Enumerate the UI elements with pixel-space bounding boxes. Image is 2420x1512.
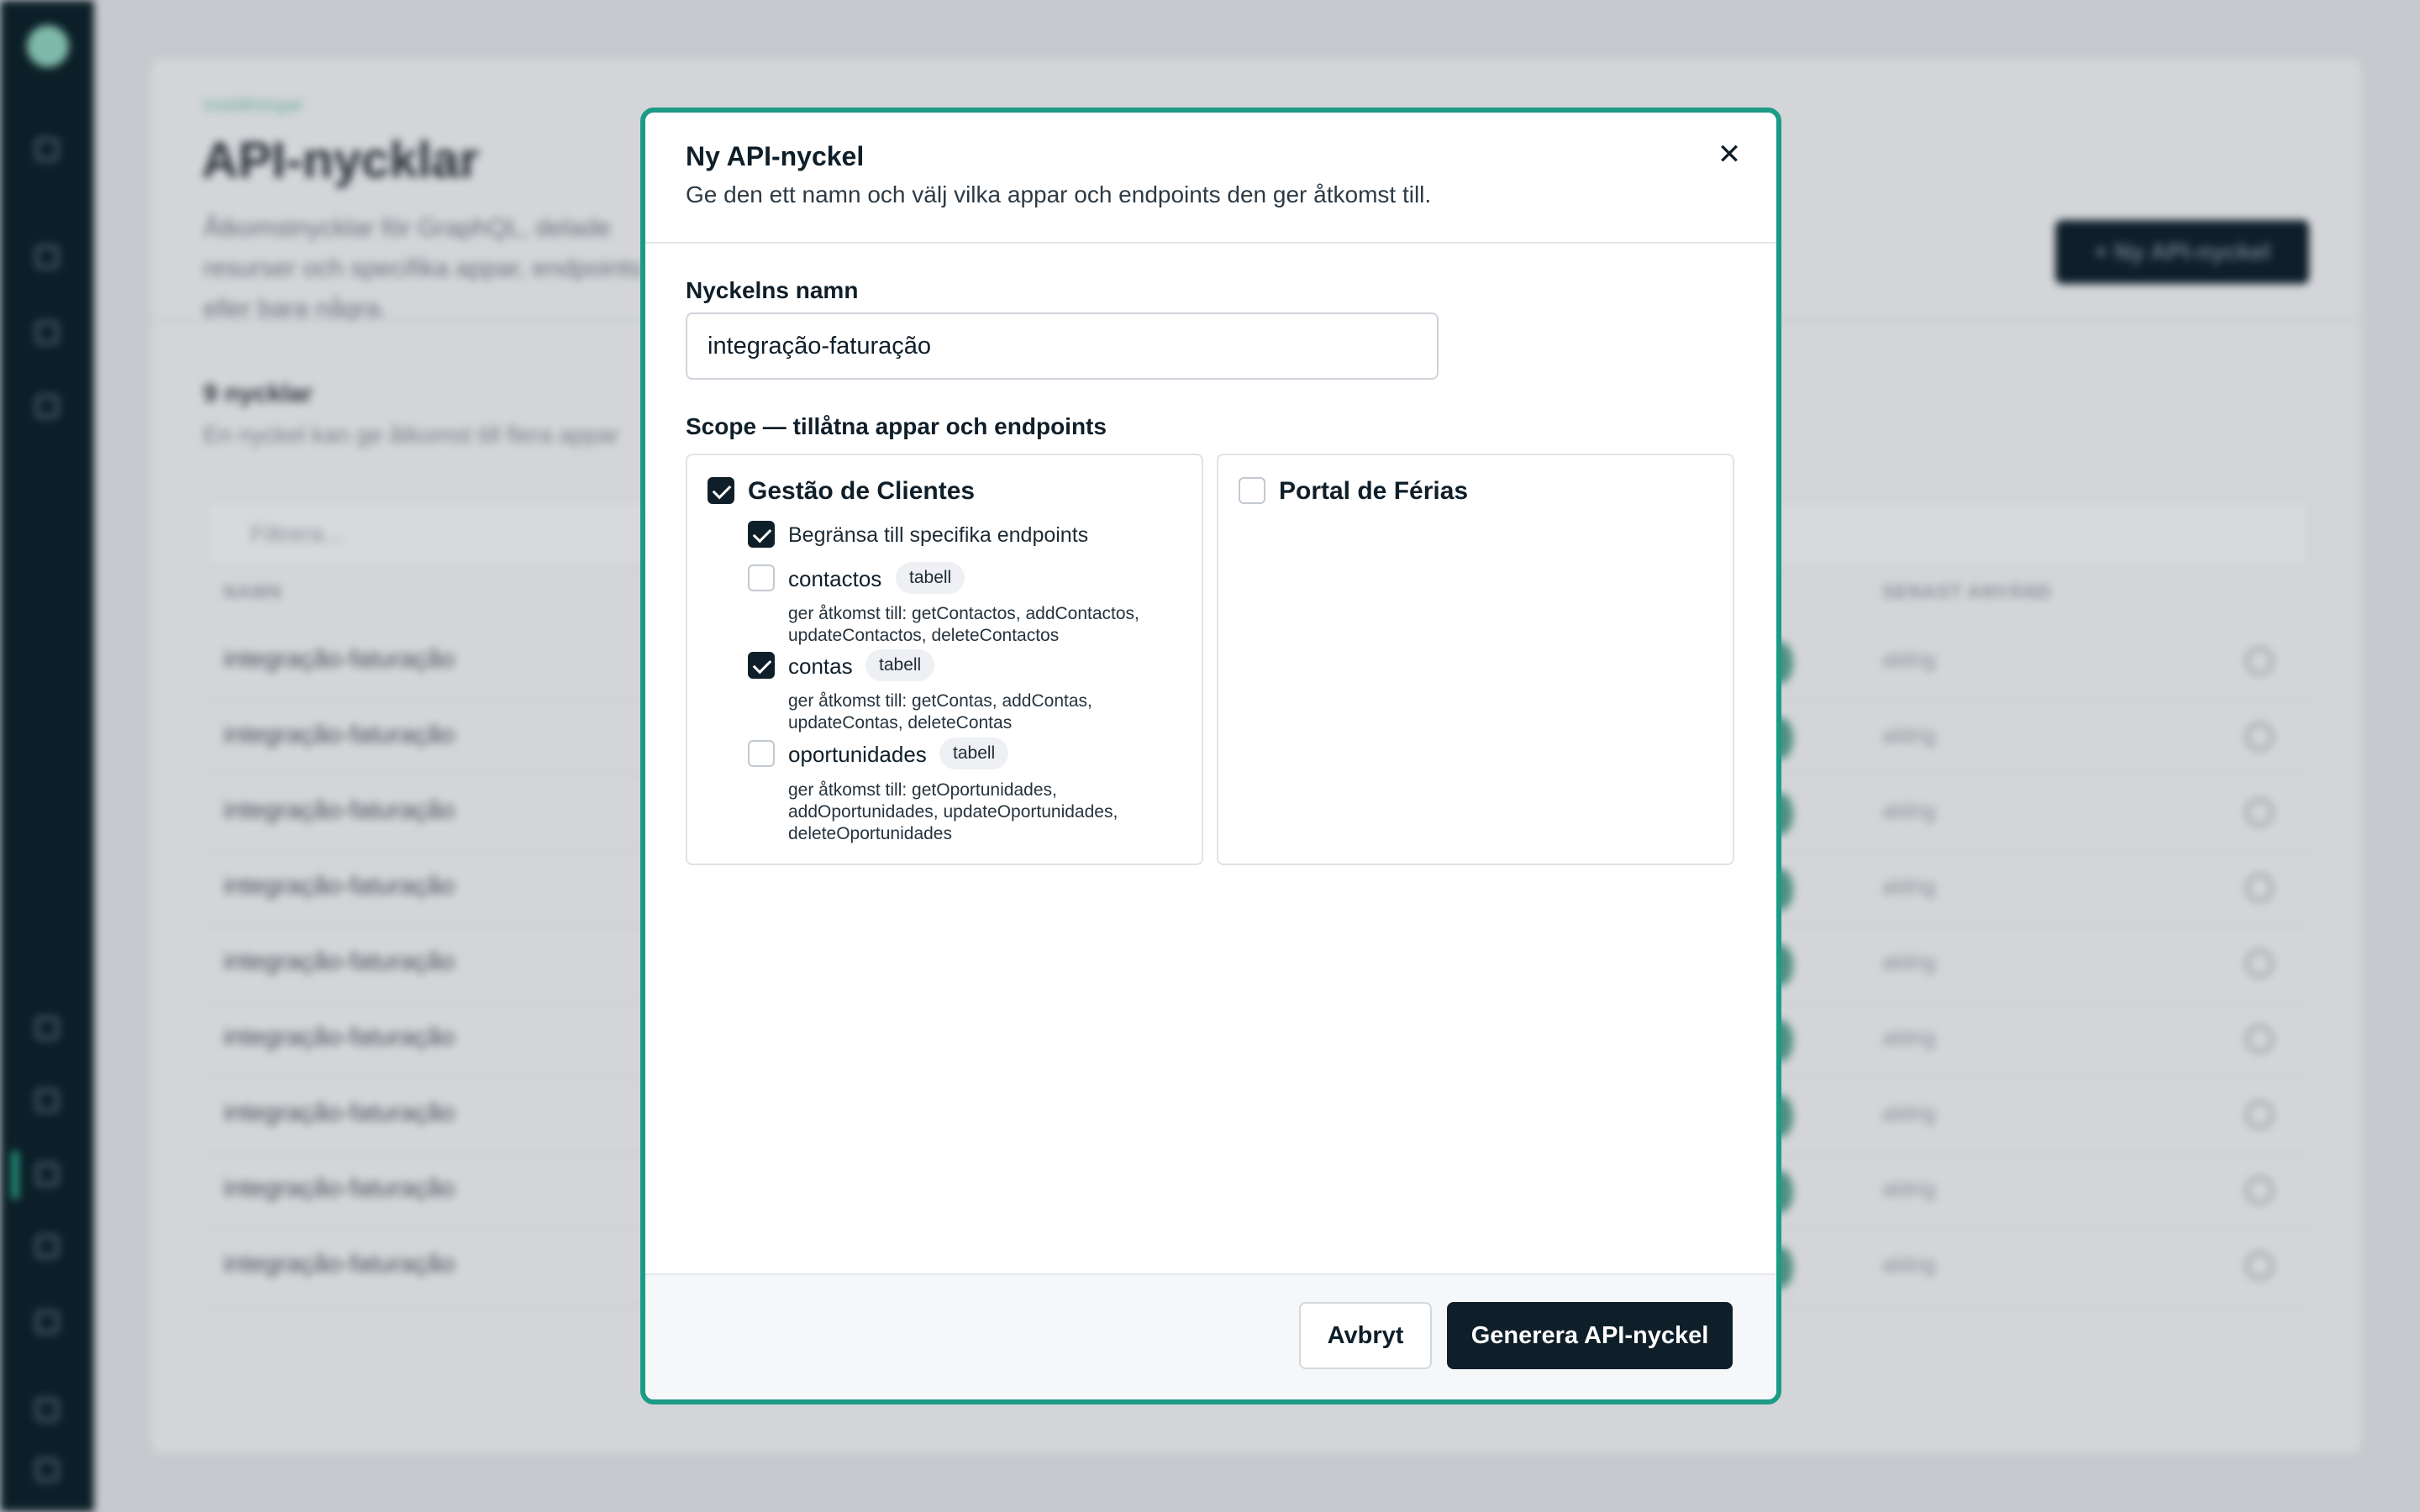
rocket-icon — [35, 321, 59, 344]
row-last-used: aldrig — [1882, 949, 1936, 974]
row-last-used: aldrig — [1882, 1025, 1936, 1050]
row-last-used: aldrig — [1882, 647, 1936, 672]
endpoint-checkbox-contas[interactable] — [748, 652, 775, 679]
row-name: integração-faturação — [224, 796, 455, 824]
endpoint-type-badge: tabell — [939, 738, 1009, 769]
chart-icon — [35, 1016, 59, 1040]
row-last-used: aldrig — [1882, 1252, 1936, 1277]
sidebar — [0, 0, 94, 1512]
row-last-used: aldrig — [1882, 798, 1936, 823]
endpoint-type-badge: tabell — [865, 649, 935, 681]
endpoint-name: contactos — [788, 566, 882, 591]
row-last-used: aldrig — [1882, 1176, 1936, 1201]
endpoint-description: ger åtkomst till: getOportunidades, addO… — [788, 780, 1118, 843]
app-scope-panel-portal-de-ferias: Portal de Férias — [1217, 454, 1734, 865]
cancel-button[interactable]: Avbryt — [1299, 1302, 1432, 1369]
dialog-header: Ny API-nyckel Ge den ett namn och välj v… — [645, 113, 1776, 244]
app-scope-panel-gestao-de-clientes: Gestão de Clientes Begränsa till specifi… — [686, 454, 1203, 865]
app-checkbox-portal-de-ferias[interactable] — [1239, 477, 1265, 504]
app-checkbox-gestao-de-clientes[interactable] — [708, 477, 734, 504]
row-name: integração-faturação — [224, 948, 455, 975]
row-name: integração-faturação — [224, 1250, 455, 1278]
key-icon — [35, 1163, 59, 1186]
row-action-icon[interactable] — [2245, 798, 2274, 827]
page-description: Åtkomstnycklar för GraphQL, delade resur… — [203, 214, 642, 323]
row-action-icon[interactable] — [2245, 722, 2274, 751]
close-icon[interactable]: ✕ — [1712, 138, 1746, 171]
generate-api-key-button[interactable]: Generera API-nyckel — [1447, 1302, 1733, 1369]
endpoint-description: ger åtkomst till: getContas, addContas, … — [788, 691, 1092, 732]
users-icon — [35, 245, 59, 269]
row-action-icon[interactable] — [2245, 874, 2274, 902]
key-name-input[interactable] — [686, 312, 1439, 380]
endpoint-checkbox-oportunidades[interactable] — [748, 740, 775, 767]
settings-icon — [35, 1310, 59, 1334]
endpoint-type-badge: tabell — [896, 562, 965, 594]
row-name: integração-faturação — [224, 645, 455, 673]
breadcrumb: Inställningar — [203, 94, 303, 115]
row-name: integração-faturação — [224, 872, 455, 900]
new-api-key-dialog: Ny API-nyckel Ge den ett namn och välj v… — [640, 108, 1781, 1404]
row-action-icon[interactable] — [2245, 1176, 2274, 1205]
row-last-used: aldrig — [1882, 874, 1936, 899]
bolt-icon — [35, 1235, 59, 1258]
page-title: API-nycklar — [202, 132, 480, 188]
row-name: integração-faturação — [224, 721, 455, 748]
row-action-icon[interactable] — [2245, 1100, 2274, 1129]
logout-icon — [35, 1458, 59, 1482]
key-name-label: Nyckelns namn — [686, 277, 859, 303]
endpoint-name: oportunidades — [788, 742, 927, 767]
scope-label: Scope — tillåtna appar och endpoints — [686, 413, 1107, 439]
dialog-subtitle: Ge den ett namn och välj vilka appar och… — [686, 181, 1432, 207]
sidebar-active-indicator — [12, 1151, 18, 1200]
restrict-endpoints-checkbox[interactable] — [748, 521, 775, 548]
row-action-icon[interactable] — [2245, 1025, 2274, 1053]
row-last-used: aldrig — [1882, 1100, 1936, 1126]
column-header-last-used: SENAST ANVÄND — [1882, 581, 2052, 602]
dialog-footer: Avbryt Generera API-nyckel — [645, 1273, 1776, 1399]
restrict-endpoints-label: Begränsa till specifika endpoints — [788, 523, 1089, 547]
plus-icon — [35, 395, 59, 418]
new-api-key-button[interactable]: + Ny API-nyckel — [2055, 220, 2309, 284]
row-name: integração-faturação — [224, 1023, 455, 1051]
logo-icon — [27, 25, 69, 67]
app-name: Gestão de Clientes — [748, 477, 976, 505]
row-action-icon[interactable] — [2245, 949, 2274, 978]
key-count-title: 9 nycklar — [203, 380, 313, 407]
people-icon — [35, 1089, 59, 1112]
row-last-used: aldrig — [1882, 722, 1936, 748]
endpoint-name: contas — [788, 654, 853, 679]
row-name: integração-faturação — [224, 1174, 455, 1202]
row-action-icon[interactable] — [2245, 1252, 2274, 1280]
app-name: Portal de Férias — [1279, 477, 1469, 505]
endpoint-description: ger åtkomst till: getContactos, addConta… — [788, 604, 1139, 645]
grid-icon — [35, 138, 59, 161]
key-count-subtitle: En nyckel kan ge åtkomst till flera appa… — [203, 422, 619, 448]
column-header-name: NAMN — [224, 581, 282, 602]
row-action-icon[interactable] — [2245, 647, 2274, 675]
row-name: integração-faturação — [224, 1099, 455, 1126]
dialog-title: Ny API-nyckel — [686, 141, 865, 171]
endpoint-checkbox-contactos[interactable] — [748, 564, 775, 591]
help-icon — [35, 1398, 59, 1421]
